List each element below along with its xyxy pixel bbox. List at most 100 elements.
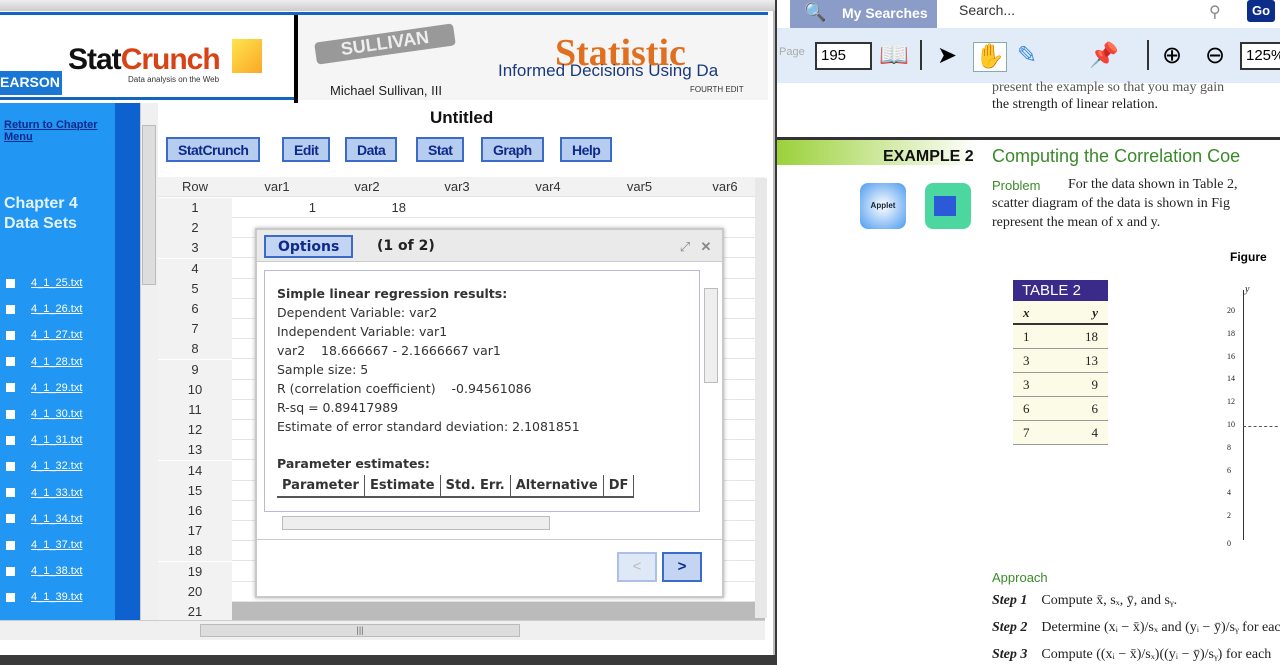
scrollbar-thumb[interactable]: [142, 125, 156, 285]
results-heading: Simple linear regression results:: [277, 286, 508, 301]
file-item[interactable]: 4_1_37.txt: [6, 539, 82, 551]
column-header[interactable]: var4: [502, 179, 594, 194]
page-input[interactable]: 195: [815, 42, 872, 70]
menu-data-button[interactable]: Data: [345, 137, 398, 162]
file-link[interactable]: 4_1_25.txt: [31, 277, 82, 289]
reader-toolbar: Page 195 📖 ➤ ✋ ✎ 📌 ⊕ ⊖ 125%: [777, 28, 1280, 83]
file-link[interactable]: 4_1_37.txt: [31, 539, 82, 551]
menu-help-button[interactable]: Help: [560, 137, 613, 162]
row-number: 5: [158, 278, 232, 299]
hand-tool-icon[interactable]: ✋: [973, 42, 1007, 72]
row-number: 17: [158, 521, 232, 542]
file-link[interactable]: 4_1_29.txt: [31, 382, 82, 394]
step-text: Compute x̄, sₓ, ȳ, and sᵧ.: [1041, 593, 1178, 608]
sidebar: Return to Chapter Menu Chapter 4 Data Se…: [0, 103, 115, 620]
file-link[interactable]: 4_1_33.txt: [31, 487, 82, 499]
column-header[interactable]: var1: [232, 179, 322, 194]
column-header[interactable]: Row: [158, 179, 232, 194]
file-link[interactable]: 4_1_39.txt: [31, 591, 82, 603]
file-item[interactable]: 4_1_32.txt: [6, 460, 82, 472]
checkbox[interactable]: [6, 278, 15, 288]
horizontal-scrollbar[interactable]: |||: [0, 620, 765, 640]
file-item[interactable]: 4_1_30.txt: [6, 408, 82, 420]
table-row: 74: [1013, 421, 1108, 445]
applet-button[interactable]: Applet: [860, 183, 906, 229]
next-button[interactable]: >: [662, 552, 702, 582]
column-header[interactable]: var6: [685, 179, 765, 194]
options-button[interactable]: Options: [264, 235, 354, 258]
checkbox[interactable]: [6, 592, 15, 602]
menu-edit-button[interactable]: Edit: [282, 137, 331, 162]
checkbox[interactable]: [6, 514, 15, 524]
file-link[interactable]: 4_1_32.txt: [31, 460, 82, 472]
file-link[interactable]: 4_1_27.txt: [31, 329, 82, 341]
row-number: 4: [158, 258, 232, 279]
checkbox[interactable]: [6, 409, 15, 419]
file-link[interactable]: 4_1_38.txt: [31, 565, 82, 577]
go-button[interactable]: Go: [1247, 0, 1275, 22]
results-panel: Simple linear regression results: Parame…: [264, 270, 700, 512]
my-searches-tab[interactable]: 🔍 My Searches: [790, 0, 937, 28]
checkbox[interactable]: [6, 330, 15, 340]
cell[interactable]: 1: [232, 200, 316, 215]
maximize-icon[interactable]: ⤢: [677, 239, 693, 255]
return-to-chapter-menu-link[interactable]: Return to Chapter Menu: [4, 119, 99, 143]
video-icon[interactable]: [925, 183, 971, 229]
checkbox[interactable]: [6, 357, 15, 367]
file-link[interactable]: 4_1_28.txt: [31, 356, 82, 368]
file-item[interactable]: 4_1_38.txt: [6, 565, 82, 577]
menu-stat-button[interactable]: Stat: [416, 137, 465, 162]
file-item[interactable]: 4_1_39.txt: [6, 591, 82, 603]
highlighter-icon[interactable]: ✎: [1017, 42, 1037, 70]
file-item[interactable]: 4_1_27.txt: [6, 329, 82, 341]
y-tick-label: 0: [1227, 539, 1231, 548]
select-arrow-icon[interactable]: ➤: [937, 42, 957, 70]
menu-statcrunch-button[interactable]: StatCrunch: [166, 137, 261, 162]
close-icon[interactable]: ✕: [698, 239, 714, 255]
column-header[interactable]: var5: [594, 179, 685, 194]
file-item[interactable]: 4_1_26.txt: [6, 303, 82, 315]
dialog-horizontal-scrollbar[interactable]: [264, 514, 700, 532]
file-item[interactable]: 4_1_31.txt: [6, 434, 82, 446]
checkbox[interactable]: [6, 383, 15, 393]
checkbox[interactable]: [6, 461, 15, 471]
cell[interactable]: 18: [322, 200, 406, 215]
y-tick-label: 6: [1227, 465, 1231, 475]
file-item[interactable]: 4_1_25.txt: [6, 277, 82, 289]
checkbox[interactable]: [6, 540, 15, 550]
file-link[interactable]: 4_1_26.txt: [31, 303, 82, 315]
file-item[interactable]: 4_1_34.txt: [6, 513, 82, 525]
file-link[interactable]: 4_1_30.txt: [31, 408, 82, 420]
previous-button[interactable]: <: [617, 552, 657, 582]
checkbox[interactable]: [6, 488, 15, 498]
pushpin-icon[interactable]: 📌: [1089, 42, 1119, 70]
param-column-header: Parameter: [277, 475, 365, 498]
result-line: Independent Variable: var1: [277, 324, 448, 339]
menu-graph-button[interactable]: Graph: [481, 137, 544, 162]
column-header[interactable]: var3: [412, 179, 502, 194]
file-item[interactable]: 4_1_29.txt: [6, 382, 82, 394]
row-number: 7: [158, 319, 232, 340]
checkbox[interactable]: [6, 566, 15, 576]
file-item[interactable]: 4_1_28.txt: [6, 356, 82, 368]
checkbox[interactable]: [6, 435, 15, 445]
column-header[interactable]: var2: [322, 179, 412, 194]
book-edition: FOURTH EDIT: [690, 85, 744, 94]
y-tick-label: 16: [1227, 351, 1235, 361]
file-item[interactable]: 4_1_33.txt: [6, 487, 82, 499]
file-link[interactable]: 4_1_31.txt: [31, 434, 82, 446]
dialog-vertical-scrollbar[interactable]: [702, 272, 720, 512]
checkbox[interactable]: [6, 304, 15, 314]
table-row: 21: [158, 602, 765, 622]
file-link[interactable]: 4_1_34.txt: [31, 513, 82, 525]
zoom-in-icon[interactable]: ⊕: [1162, 42, 1182, 70]
search-input[interactable]: Search...: [947, 0, 1227, 24]
row-number: 20: [158, 581, 232, 602]
search-icon[interactable]: ⚲: [1209, 2, 1221, 22]
table-cell: 4: [1091, 425, 1099, 440]
zoom-input[interactable]: 125%: [1240, 42, 1280, 70]
grid-vertical-scrollbar[interactable]: [755, 178, 767, 618]
two-page-icon[interactable]: 📖: [879, 42, 909, 70]
zoom-out-icon[interactable]: ⊖: [1205, 42, 1225, 70]
row-number: 13: [158, 440, 232, 461]
